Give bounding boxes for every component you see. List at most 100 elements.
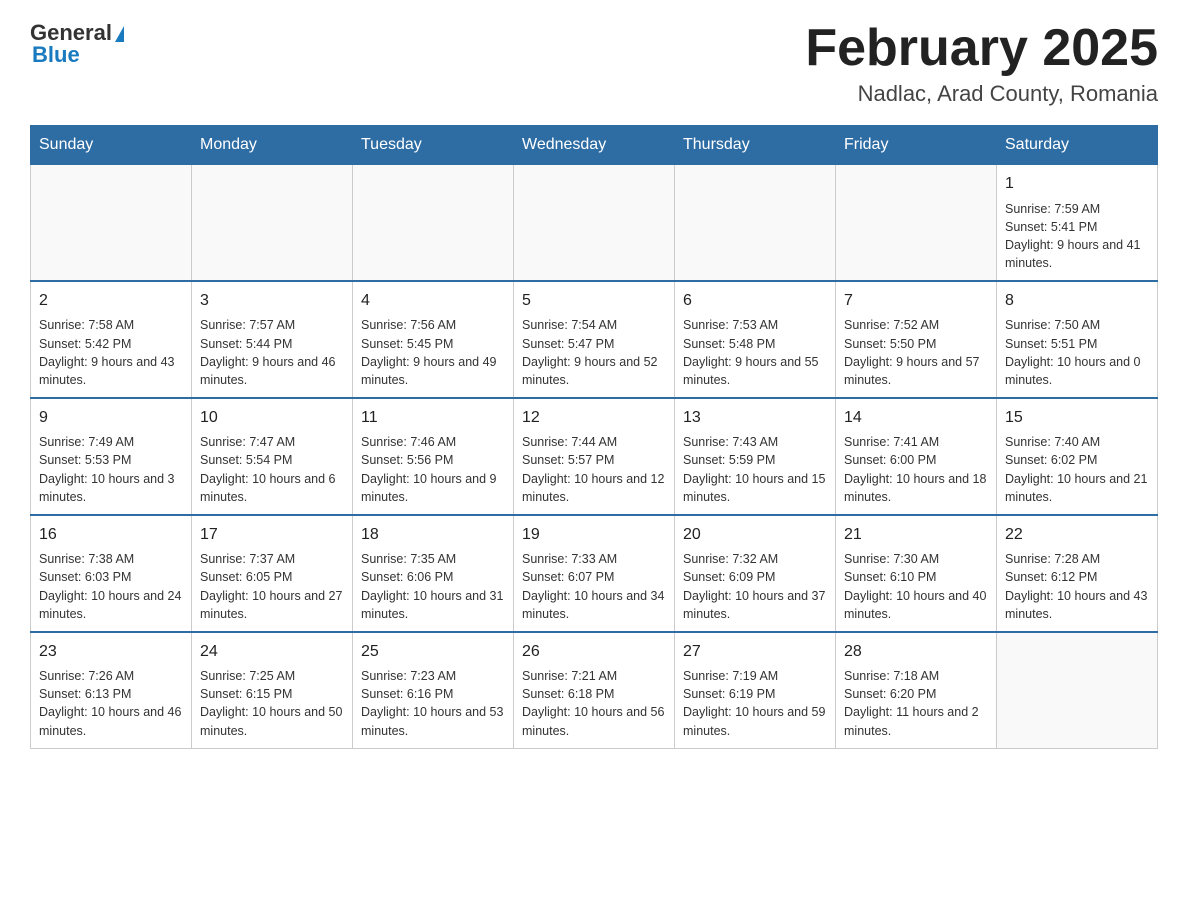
calendar-cell [353,165,514,281]
day-number: 1 [1005,173,1149,195]
day-number: 8 [1005,290,1149,312]
day-number: 17 [200,524,344,546]
day-number: 28 [844,641,988,663]
calendar-cell: 27 Sunrise: 7:19 AMSunset: 6:19 PMDayligh… [675,632,836,748]
calendar-cell: 14 Sunrise: 7:41 AMSunset: 6:00 PMDayligh… [836,398,997,515]
weekday-header-row: SundayMondayTuesdayWednesdayThursdayFrid… [31,126,1158,165]
calendar-cell: 7 Sunrise: 7:52 AMSunset: 5:50 PMDaylight… [836,281,997,398]
calendar-cell: 25Sunrise: 7:23 AMSunset: 6:16 PMDayligh… [353,632,514,748]
day-info: Sunrise: 7:26 AMSunset: 6:13 PMDaylight:… [39,667,183,740]
day-info: Sunrise: 7:59 AMSunset: 5:41 PMDaylight:… [1005,200,1149,273]
calendar-title: February 2025 [805,20,1158,77]
day-number: 3 [200,290,344,312]
weekday-header-tuesday: Tuesday [353,126,514,165]
day-number: 23 [39,641,183,663]
day-info: Sunrise: 7:53 AMSunset: 5:48 PMDaylight:… [683,316,827,389]
calendar-cell [31,165,192,281]
day-number: 10 [200,407,344,429]
day-info: Sunrise: 7:33 AMSunset: 6:07 PMDaylight:… [522,550,666,623]
day-info: Sunrise: 7:56 AMSunset: 5:45 PMDaylight:… [361,316,505,389]
day-number: 24 [200,641,344,663]
calendar-cell: 6Sunrise: 7:53 AMSunset: 5:48 PMDaylight… [675,281,836,398]
calendar-table: SundayMondayTuesdayWednesdayThursdayFrid… [30,125,1158,748]
calendar-cell [514,165,675,281]
day-number: 25 [361,641,505,663]
day-info: Sunrise: 7:30 AMSunset: 6:10 PMDaylight:… [844,550,988,623]
day-info: Sunrise: 7:54 AMSunset: 5:47 PMDaylight:… [522,316,666,389]
day-info: Sunrise: 7:38 AMSunset: 6:03 PMDaylight:… [39,550,183,623]
calendar-cell: 26Sunrise: 7:21 AMSunset: 6:18 PMDayligh… [514,632,675,748]
week-row-1: 1 Sunrise: 7:59 AMSunset: 5:41 PMDaylight… [31,165,1158,281]
day-number: 22 [1005,524,1149,546]
calendar-cell: 12 Sunrise: 7:44 AMSunset: 5:57 PMDayligh… [514,398,675,515]
day-info: Sunrise: 7:37 AMSunset: 6:05 PMDaylight:… [200,550,344,623]
day-number: 4 [361,290,505,312]
day-number: 12 [522,407,666,429]
week-row-5: 23 Sunrise: 7:26 AMSunset: 6:13 PMDayligh… [31,632,1158,748]
day-number: 14 [844,407,988,429]
calendar-cell [997,632,1158,748]
day-number: 5 [522,290,666,312]
calendar-cell: 13 Sunrise: 7:43 AMSunset: 5:59 PMDayligh… [675,398,836,515]
day-number: 27 [683,641,827,663]
calendar-cell [836,165,997,281]
day-number: 18 [361,524,505,546]
day-info: Sunrise: 7:43 AMSunset: 5:59 PMDaylight:… [683,433,827,506]
day-info: Sunrise: 7:50 AMSunset: 5:51 PMDaylight:… [1005,316,1149,389]
calendar-body: 1 Sunrise: 7:59 AMSunset: 5:41 PMDaylight… [31,165,1158,748]
day-number: 9 [39,407,183,429]
week-row-2: 2 Sunrise: 7:58 AMSunset: 5:42 PMDaylight… [31,281,1158,398]
day-info: Sunrise: 7:25 AMSunset: 6:15 PMDaylight:… [200,667,344,740]
day-info: Sunrise: 7:41 AMSunset: 6:00 PMDaylight:… [844,433,988,506]
calendar-cell: 5 Sunrise: 7:54 AMSunset: 5:47 PMDaylight… [514,281,675,398]
calendar-cell [675,165,836,281]
calendar-cell: 17 Sunrise: 7:37 AMSunset: 6:05 PMDayligh… [192,515,353,632]
weekday-header-thursday: Thursday [675,126,836,165]
calendar-header: SundayMondayTuesdayWednesdayThursdayFrid… [31,126,1158,165]
calendar-cell: 28Sunrise: 7:18 AMSunset: 6:20 PMDayligh… [836,632,997,748]
calendar-cell: 21 Sunrise: 7:30 AMSunset: 6:10 PMDayligh… [836,515,997,632]
calendar-cell: 18Sunrise: 7:35 AMSunset: 6:06 PMDayligh… [353,515,514,632]
week-row-4: 16 Sunrise: 7:38 AMSunset: 6:03 PMDayligh… [31,515,1158,632]
weekday-header-sunday: Sunday [31,126,192,165]
calendar-cell: 20Sunrise: 7:32 AMSunset: 6:09 PMDayligh… [675,515,836,632]
day-info: Sunrise: 7:47 AMSunset: 5:54 PMDaylight:… [200,433,344,506]
header: General Blue February 2025 Nadlac, Arad … [30,20,1158,107]
title-area: February 2025 Nadlac, Arad County, Roman… [805,20,1158,107]
calendar-cell: 1 Sunrise: 7:59 AMSunset: 5:41 PMDaylight… [997,165,1158,281]
calendar-subtitle: Nadlac, Arad County, Romania [805,81,1158,107]
day-number: 11 [361,407,505,429]
day-info: Sunrise: 7:44 AMSunset: 5:57 PMDaylight:… [522,433,666,506]
day-number: 15 [1005,407,1149,429]
week-row-3: 9Sunrise: 7:49 AMSunset: 5:53 PMDaylight… [31,398,1158,515]
calendar-cell: 2 Sunrise: 7:58 AMSunset: 5:42 PMDaylight… [31,281,192,398]
day-info: Sunrise: 7:32 AMSunset: 6:09 PMDaylight:… [683,550,827,623]
weekday-header-friday: Friday [836,126,997,165]
weekday-header-monday: Monday [192,126,353,165]
day-info: Sunrise: 7:52 AMSunset: 5:50 PMDaylight:… [844,316,988,389]
calendar-cell: 11 Sunrise: 7:46 AMSunset: 5:56 PMDayligh… [353,398,514,515]
calendar-cell: 3 Sunrise: 7:57 AMSunset: 5:44 PMDaylight… [192,281,353,398]
day-number: 2 [39,290,183,312]
weekday-header-saturday: Saturday [997,126,1158,165]
day-info: Sunrise: 7:57 AMSunset: 5:44 PMDaylight:… [200,316,344,389]
day-info: Sunrise: 7:40 AMSunset: 6:02 PMDaylight:… [1005,433,1149,506]
logo-triangle-icon [115,26,124,42]
calendar-cell: 4 Sunrise: 7:56 AMSunset: 5:45 PMDaylight… [353,281,514,398]
day-info: Sunrise: 7:21 AMSunset: 6:18 PMDaylight:… [522,667,666,740]
logo: General Blue [30,20,124,68]
calendar-cell: 16 Sunrise: 7:38 AMSunset: 6:03 PMDayligh… [31,515,192,632]
calendar-cell: 8 Sunrise: 7:50 AMSunset: 5:51 PMDaylight… [997,281,1158,398]
calendar-cell: 9Sunrise: 7:49 AMSunset: 5:53 PMDaylight… [31,398,192,515]
day-number: 7 [844,290,988,312]
day-info: Sunrise: 7:19 AMSunset: 6:19 PMDaylight:… [683,667,827,740]
calendar-cell [192,165,353,281]
day-number: 21 [844,524,988,546]
day-info: Sunrise: 7:46 AMSunset: 5:56 PMDaylight:… [361,433,505,506]
day-number: 19 [522,524,666,546]
day-number: 13 [683,407,827,429]
day-number: 16 [39,524,183,546]
day-info: Sunrise: 7:28 AMSunset: 6:12 PMDaylight:… [1005,550,1149,623]
calendar-cell: 23 Sunrise: 7:26 AMSunset: 6:13 PMDayligh… [31,632,192,748]
day-info: Sunrise: 7:58 AMSunset: 5:42 PMDaylight:… [39,316,183,389]
